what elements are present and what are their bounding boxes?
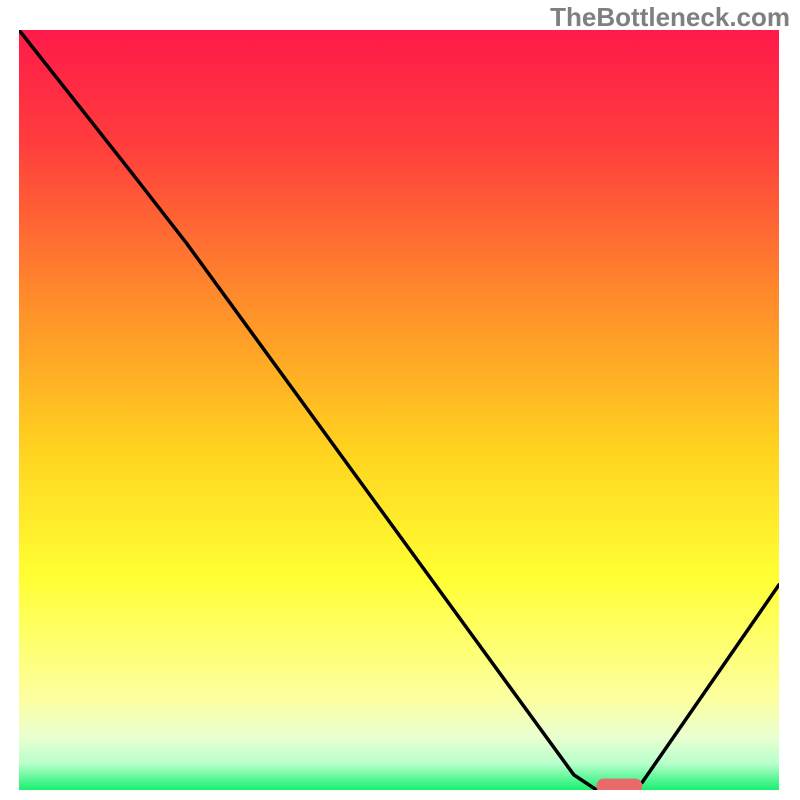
target-marker: [597, 779, 643, 790]
gradient-background: [19, 30, 779, 790]
chart-svg: [19, 30, 779, 790]
watermark-label: TheBottleneck.com: [550, 2, 790, 33]
chart-plot: [19, 30, 779, 790]
chart-frame: TheBottleneck.com: [0, 0, 800, 800]
